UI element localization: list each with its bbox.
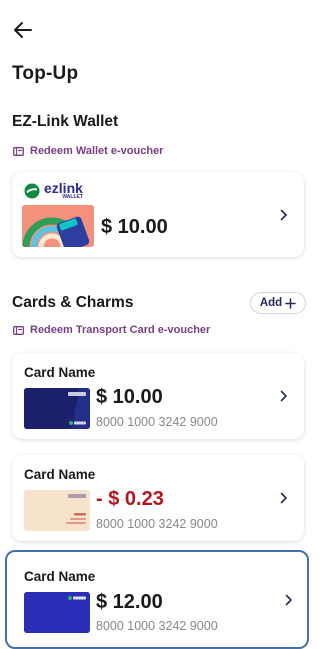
wallet-illustration bbox=[22, 205, 94, 247]
chevron-right-icon bbox=[280, 209, 287, 221]
cards-section-title: Cards & Charms bbox=[12, 294, 134, 311]
card-thumbnail bbox=[24, 490, 90, 531]
ezlink-logo-icon bbox=[24, 183, 40, 198]
add-card-label: Add bbox=[259, 297, 283, 309]
redeem-transport-voucher-link[interactable]: Redeem Transport Card e-voucher bbox=[13, 324, 210, 336]
card-name: Card Name bbox=[24, 365, 96, 380]
card-balance: $ 10.00 bbox=[96, 386, 163, 408]
transport-card-3[interactable]: Card Name $ 12.00 8000 1000 3242 9000 bbox=[5, 550, 309, 649]
wallet-balance: $ 10.00 bbox=[101, 216, 168, 238]
wallet-section-title: EZ-Link Wallet bbox=[12, 113, 119, 130]
card-name: Card Name bbox=[24, 569, 96, 584]
ezlink-logo-sub: WALLET bbox=[62, 194, 83, 200]
card-balance: $ 12.00 bbox=[96, 591, 163, 613]
card-number: 8000 1000 3242 9000 bbox=[96, 415, 218, 429]
ezlink-wallet-card[interactable]: ezlink WALLET $ 10.00 bbox=[12, 172, 304, 257]
back-button[interactable] bbox=[11, 18, 35, 42]
plus-icon bbox=[285, 297, 296, 309]
chevron-right-icon bbox=[280, 390, 287, 402]
ezlink-wallet-logo: ezlink WALLET bbox=[24, 181, 83, 200]
ezlink-logo-text: ezlink bbox=[44, 180, 83, 196]
transport-card-2[interactable]: Card Name - $ 0.23 8000 1000 3242 9000 bbox=[12, 455, 304, 541]
card-thumbnail bbox=[24, 592, 90, 633]
card-number: 8000 1000 3242 9000 bbox=[96, 517, 218, 531]
redeem-wallet-voucher-link[interactable]: Redeem Wallet e-voucher bbox=[13, 145, 163, 157]
card-thumbnail bbox=[24, 388, 90, 429]
card-balance: - $ 0.23 bbox=[96, 488, 164, 510]
chevron-right-icon bbox=[285, 594, 292, 606]
back-arrow-icon bbox=[14, 22, 32, 38]
page-title: Top-Up bbox=[12, 63, 79, 84]
card-number: 8000 1000 3242 9000 bbox=[96, 619, 218, 633]
voucher-icon bbox=[13, 325, 24, 335]
transport-card-1[interactable]: Card Name $ 10.00 8000 1000 3242 9000 bbox=[12, 353, 304, 439]
card-name: Card Name bbox=[24, 467, 96, 482]
redeem-transport-voucher-label: Redeem Transport Card e-voucher bbox=[30, 324, 211, 336]
voucher-icon bbox=[13, 146, 24, 156]
add-card-button[interactable]: Add bbox=[250, 292, 306, 314]
redeem-wallet-voucher-label: Redeem Wallet e-voucher bbox=[30, 145, 164, 157]
chevron-right-icon bbox=[280, 492, 287, 504]
